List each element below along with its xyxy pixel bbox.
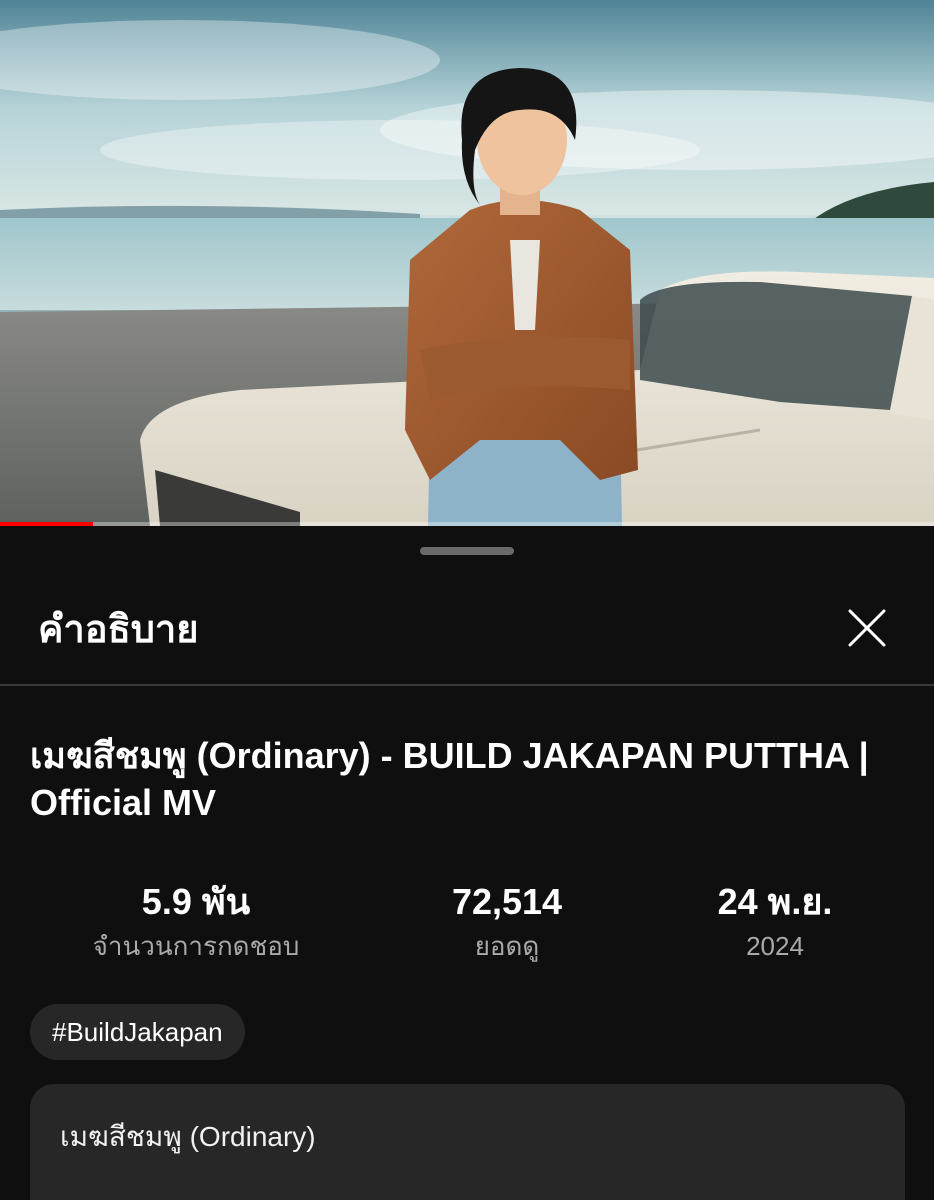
likes-label: จำนวนการกดชอบ [92, 931, 300, 961]
description-text: เมฆสีชมพู (Ordinary) [60, 1121, 316, 1152]
likes-count: 5.9 พัน [141, 881, 251, 922]
video-player[interactable] [0, 0, 934, 526]
views-count: 72,514 [451, 881, 563, 922]
sheet-title: คำอธิบาย [38, 609, 199, 651]
video-title: เมฆสีชมพู (Ordinary) - BUILD JAKAPAN PUT… [30, 735, 869, 823]
close-icon [848, 609, 886, 647]
views-label: ยอดดู [474, 931, 540, 961]
close-button[interactable] [842, 606, 892, 652]
views-stat: 72,514 ยอดดู [372, 880, 642, 964]
video-frame-image [0, 0, 934, 526]
drag-handle[interactable] [420, 547, 514, 555]
divider [0, 684, 934, 686]
description-sheet: คำอธิบาย เมฆสีชมพู (Ordinary) - BUILD JA… [0, 526, 934, 1200]
likes-stat: 5.9 พัน จำนวนการกดชอบ [60, 880, 332, 964]
upload-date: 24 พ.ย. [717, 881, 833, 922]
upload-year: 2024 [746, 931, 804, 961]
hashtag-chip[interactable]: #BuildJakapan [30, 1004, 245, 1060]
upload-date-stat: 24 พ.ย. 2024 [640, 880, 910, 964]
description-card[interactable]: เมฆสีชมพู (Ordinary) [30, 1084, 905, 1200]
